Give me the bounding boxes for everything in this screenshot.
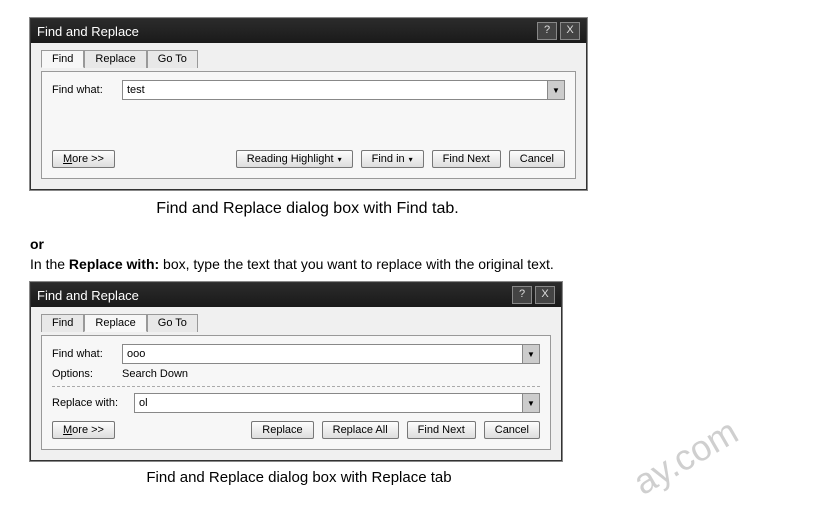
titlebar: Find and Replace ? X <box>31 19 586 43</box>
dialog-body: Find Replace Go To Find what: test ▼ Mor… <box>31 43 586 189</box>
find-what-input[interactable]: test ▼ <box>122 80 565 100</box>
titlebar-buttons: ? X <box>512 286 555 304</box>
find-next-button[interactable]: Find Next <box>407 421 476 439</box>
tab-replace[interactable]: Replace <box>84 50 146 68</box>
replace-button[interactable]: Replace <box>251 421 313 439</box>
watermark: ay.com <box>626 410 745 503</box>
tab-panel-replace: Find what: ooo ▼ Options: Search Down Re… <box>41 335 551 450</box>
find-replace-dialog-find: Find and Replace ? X Find Replace Go To … <box>30 18 587 190</box>
chevron-down-icon[interactable]: ▼ <box>547 81 564 99</box>
find-in-button[interactable]: Find in▾ <box>361 150 424 168</box>
replace-with-row: Replace with: ol ▼ <box>52 393 540 413</box>
reading-highlight-button[interactable]: Reading Highlight▾ <box>236 150 353 168</box>
chevron-down-icon: ▾ <box>338 155 342 164</box>
options-row: Options: Search Down <box>52 368 540 380</box>
titlebar: Find and Replace ? X <box>31 283 561 307</box>
dialog-body: Find Replace Go To Find what: ooo ▼ Opti… <box>31 307 561 460</box>
separator <box>52 386 540 387</box>
find-next-button[interactable]: Find Next <box>432 150 501 168</box>
find-what-label: Find what: <box>52 84 112 96</box>
tab-goto[interactable]: Go To <box>147 314 198 332</box>
find-replace-dialog-replace: Find and Replace ? X Find Replace Go To … <box>30 282 562 461</box>
tab-panel-find: Find what: test ▼ More >> Reading Highli… <box>41 71 576 179</box>
button-row: More >> Reading Highlight▾ Find in▾ Find… <box>52 150 565 168</box>
or-text: or <box>30 236 792 252</box>
find-what-input[interactable]: ooo ▼ <box>122 344 540 364</box>
tab-goto[interactable]: Go To <box>147 50 198 68</box>
instruction-text: In the Replace with: box, type the text … <box>30 256 792 272</box>
tab-find[interactable]: Find <box>41 50 84 68</box>
find-what-row: Find what: test ▼ <box>52 80 565 100</box>
tab-strip: Find Replace Go To <box>41 49 576 67</box>
tab-find[interactable]: Find <box>41 314 84 332</box>
titlebar-buttons: ? X <box>537 22 580 40</box>
more-button[interactable]: More >> <box>52 150 115 168</box>
find-what-row: Find what: ooo ▼ <box>52 344 540 364</box>
cancel-button[interactable]: Cancel <box>484 421 540 439</box>
options-label: Options: <box>52 368 112 380</box>
find-what-value: ooo <box>127 348 145 360</box>
options-value: Search Down <box>122 368 188 380</box>
figure-caption: Find and Replace dialog box with Find ta… <box>30 200 585 218</box>
replace-all-button[interactable]: Replace All <box>322 421 399 439</box>
tab-strip: Find Replace Go To <box>41 313 551 331</box>
help-button[interactable]: ? <box>512 286 532 304</box>
close-button[interactable]: X <box>560 22 580 40</box>
replace-with-label: Replace with: <box>52 397 124 409</box>
tab-replace[interactable]: Replace <box>84 314 146 332</box>
find-what-value: test <box>127 84 145 96</box>
chevron-down-icon[interactable]: ▼ <box>522 345 539 363</box>
replace-with-value: ol <box>139 397 148 409</box>
cancel-button[interactable]: Cancel <box>509 150 565 168</box>
chevron-down-icon[interactable]: ▼ <box>522 394 539 412</box>
window-title: Find and Replace <box>37 24 139 39</box>
chevron-down-icon: ▾ <box>409 155 413 164</box>
more-button[interactable]: More >> <box>52 421 115 439</box>
button-row: More >> Replace Replace All Find Next Ca… <box>52 421 540 439</box>
replace-with-input[interactable]: ol ▼ <box>134 393 540 413</box>
window-title: Find and Replace <box>37 288 139 303</box>
help-button[interactable]: ? <box>537 22 557 40</box>
figure-caption: Find and Replace dialog box with Replace… <box>34 469 564 486</box>
close-button[interactable]: X <box>535 286 555 304</box>
find-what-label: Find what: <box>52 348 112 360</box>
